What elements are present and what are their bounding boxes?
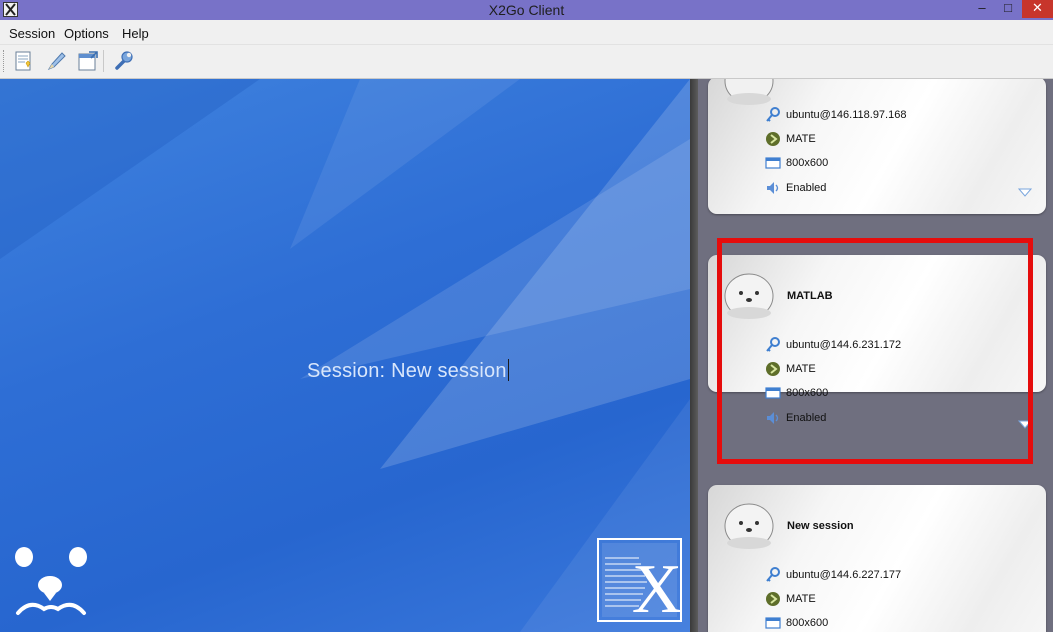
key-icon (766, 567, 780, 582)
display-icon (765, 157, 781, 169)
window-title: X2Go Client (488, 2, 565, 18)
session-card[interactable]: ubuntu@146.118.97.168 MATE 800x600 Enabl… (708, 79, 1046, 214)
session-sound: Enabled (786, 182, 827, 194)
svg-text:X: X (632, 551, 682, 622)
session-export-icon[interactable] (76, 50, 100, 72)
session-card-new-session[interactable]: New session ubuntu@144.6.227.177 MATE 80… (708, 485, 1046, 632)
toolbar-grip[interactable] (3, 50, 7, 72)
session-desktop: MATE (786, 593, 816, 605)
toolbar-separator (103, 50, 104, 72)
current-session-label: Session: New session (307, 359, 509, 383)
session-login: ubuntu@144.6.227.177 (786, 569, 902, 581)
title-bar: X2Go Client – □ ✕ (0, 0, 1053, 20)
session-name: New session (787, 520, 854, 532)
session-resolution: 800x600 (786, 157, 829, 169)
preferences-wrench-icon[interactable] (112, 50, 136, 72)
seal-avatar-icon (724, 79, 774, 105)
minimize-button[interactable]: – (970, 0, 994, 18)
session-desktop: MATE (786, 133, 816, 145)
key-icon (766, 107, 780, 122)
menu-session[interactable]: Session (9, 26, 55, 41)
mate-desktop-icon (766, 132, 780, 146)
background-rays (0, 79, 690, 632)
edit-session-icon[interactable] (44, 50, 68, 72)
menu-help[interactable]: Help (122, 26, 149, 41)
text-caret (507, 359, 509, 381)
speaker-icon (767, 182, 779, 194)
display-icon (765, 617, 781, 629)
x2go-seal-logo (15, 547, 87, 615)
expand-chevron-icon[interactable] (1018, 188, 1032, 197)
menu-bar: Session Options Help (0, 20, 1053, 45)
mate-desktop-icon (766, 592, 780, 606)
new-session-icon[interactable] (12, 50, 36, 72)
panel-splitter[interactable] (690, 79, 698, 632)
session-name: New session (391, 360, 507, 382)
session-prefix: Session: (307, 360, 386, 382)
toolbar (0, 45, 1053, 79)
session-login: ubuntu@146.118.97.168 (786, 109, 907, 121)
x2go-x-logo: X (597, 538, 682, 622)
session-main-area[interactable]: Session: New session X (0, 79, 690, 632)
close-button[interactable]: ✕ (1022, 0, 1053, 18)
selection-highlight-box (717, 238, 1033, 464)
maximize-button[interactable]: □ (996, 0, 1020, 18)
session-resolution: 800x600 (786, 617, 829, 629)
seal-avatar-icon (724, 503, 774, 549)
menu-options[interactable]: Options (64, 26, 109, 41)
